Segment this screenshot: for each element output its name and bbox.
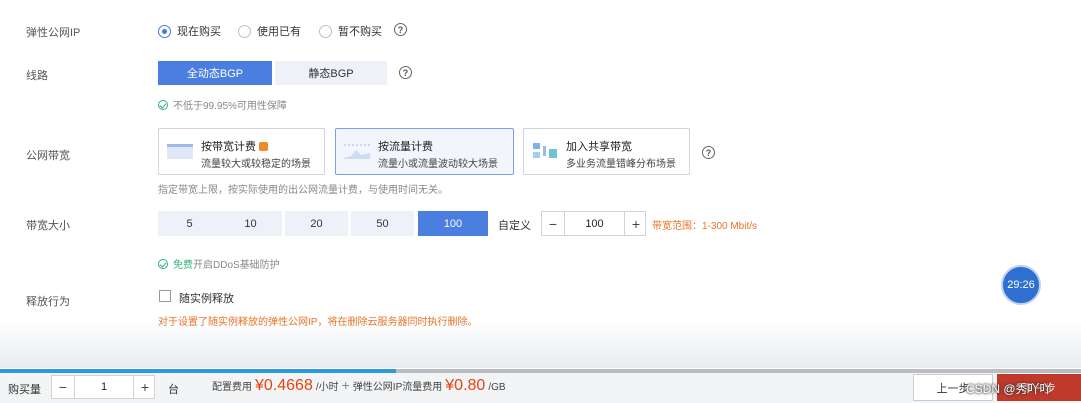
ddos-text: 开启DDoS基础防护 bbox=[193, 260, 280, 271]
card-desc: 多业务流量错峰分布场景 bbox=[566, 159, 676, 170]
help-icon[interactable]: ? bbox=[394, 23, 407, 36]
radio-label: 现在购买 bbox=[177, 26, 221, 38]
qty-value[interactable]: 1 bbox=[74, 376, 134, 398]
size-option-10[interactable]: 10 bbox=[219, 211, 282, 236]
range-text: 带宽范围：1-300 Mbit/s bbox=[652, 221, 758, 232]
stepper-plus-button[interactable]: + bbox=[625, 212, 647, 235]
csdn-watermark: CSDN @秀吖吖 bbox=[966, 382, 1052, 396]
bottom-bar: 购买量 − 1 + 台 配置费用 ¥0.4668 /小时 + 弹性公网IP流量费… bbox=[0, 373, 1081, 403]
card-title: 按流量计费 bbox=[378, 141, 433, 153]
line-option-static-bgp[interactable]: 静态BGP bbox=[275, 61, 387, 85]
bandwidth-note: 指定带宽上限，按实际使用的出公网流量计费，与使用时间无关。 bbox=[158, 185, 448, 196]
card-pay-by-bandwidth[interactable]: 按带宽计费 流量较大或较稳定的场景 bbox=[158, 128, 325, 175]
card-pay-by-traffic[interactable]: 按流量计费 流量小或流量波动较大场景 bbox=[335, 128, 514, 175]
check-circle-icon bbox=[158, 258, 168, 269]
bandwidth-label: 公网带宽 bbox=[26, 150, 70, 162]
radio-dot bbox=[158, 24, 171, 38]
fee-value: ¥0.4668 bbox=[255, 377, 313, 394]
release-warning: 对于设置了随实例释放的弹性公网IP，将在删除云服务器同时执行删除。 bbox=[158, 317, 478, 328]
card-desc: 流量较大或较稳定的场景 bbox=[201, 159, 311, 170]
card-desc: 流量小或流量波动较大场景 bbox=[378, 159, 498, 170]
line-option-dynamic-bgp[interactable]: 全动态BGP bbox=[158, 61, 272, 85]
size-option-20[interactable]: 20 bbox=[285, 211, 348, 236]
size-option-100[interactable]: 100 bbox=[418, 211, 488, 236]
ddos-note: 免费开启DDoS基础防护 bbox=[158, 256, 280, 271]
line-label: 线路 bbox=[26, 70, 48, 82]
thumbs-up-icon bbox=[259, 142, 268, 151]
custom-label: 自定义 bbox=[498, 220, 531, 232]
stepper-minus-button[interactable]: − bbox=[542, 212, 564, 235]
price-summary: 配置费用 ¥0.4668 /小时 + 弹性公网IP流量费用 ¥0.80 /GB bbox=[212, 377, 506, 395]
radio-label: 使用已有 bbox=[257, 26, 301, 38]
shared-bandwidth-icon bbox=[533, 143, 557, 158]
line-note-text: 不低于99.95%可用性保障 bbox=[173, 101, 287, 112]
eip-fee-value: ¥0.80 bbox=[445, 377, 486, 394]
card-shared-bandwidth[interactable]: 加入共享带宽 多业务流量错峰分布场景 bbox=[523, 128, 690, 175]
release-label: 释放行为 bbox=[26, 296, 70, 308]
card-title: 加入共享带宽 bbox=[566, 141, 632, 153]
bandwidth-stepper: − 100 + bbox=[541, 211, 646, 236]
card-title: 按带宽计费 bbox=[201, 141, 256, 153]
qty-plus-button[interactable]: + bbox=[134, 376, 156, 398]
traffic-chart-icon bbox=[344, 144, 370, 159]
radio-dot bbox=[238, 24, 251, 38]
size-option-5[interactable]: 5 bbox=[158, 211, 221, 236]
eip-fee-label: 弹性公网IP流量费用 bbox=[352, 382, 443, 393]
radio-label: 暂不购买 bbox=[338, 26, 382, 38]
size-label: 带宽大小 bbox=[26, 220, 70, 232]
fee-unit: /小时 bbox=[315, 382, 339, 393]
qty-minus-button[interactable]: − bbox=[52, 376, 74, 398]
eip-fee-unit: /GB bbox=[488, 382, 506, 393]
qty-label: 购买量 bbox=[8, 384, 41, 396]
fee-label: 配置费用 bbox=[212, 382, 252, 393]
line-note: 不低于99.95%可用性保障 bbox=[158, 97, 287, 112]
release-checkbox[interactable] bbox=[159, 290, 171, 302]
radio-dot bbox=[319, 24, 332, 38]
help-icon[interactable]: ? bbox=[399, 66, 412, 79]
plus-sign: + bbox=[341, 377, 350, 393]
size-option-50[interactable]: 50 bbox=[351, 211, 414, 236]
stepper-value[interactable]: 100 bbox=[564, 212, 625, 235]
radio-no-buy[interactable]: 暂不购买 bbox=[319, 23, 382, 39]
eip-label: 弹性公网IP bbox=[26, 27, 81, 39]
check-circle-icon bbox=[158, 99, 168, 110]
ddos-free: 免费 bbox=[173, 260, 193, 271]
radio-buy-now[interactable]: 现在购买 bbox=[158, 23, 221, 39]
radio-use-existing[interactable]: 使用已有 bbox=[238, 23, 301, 39]
qty-unit: 台 bbox=[168, 384, 179, 396]
qty-stepper: − 1 + bbox=[51, 375, 155, 399]
bandwidth-chart-icon bbox=[167, 144, 193, 159]
release-checkbox-label: 随实例释放 bbox=[179, 293, 234, 305]
help-icon[interactable]: ? bbox=[702, 146, 715, 159]
timer-badge[interactable]: 29:26 bbox=[1001, 265, 1041, 305]
